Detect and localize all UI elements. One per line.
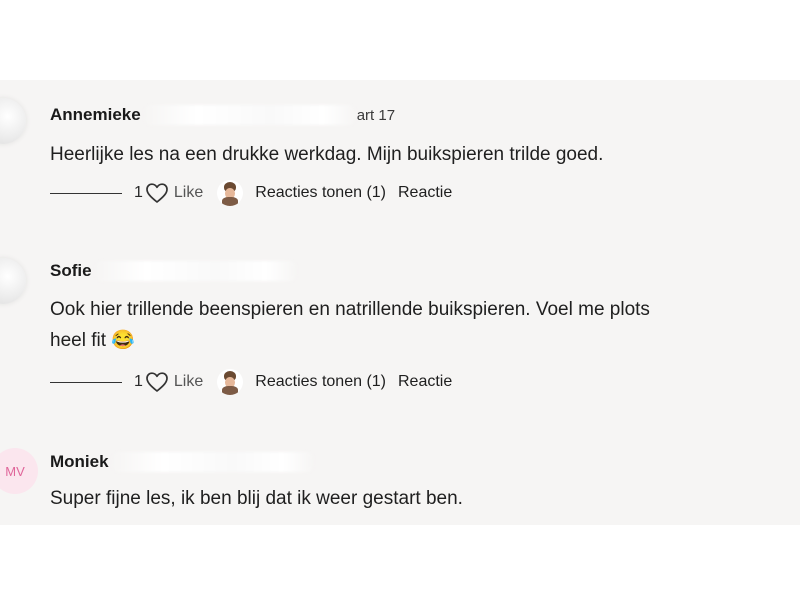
reply-avatar xyxy=(217,180,244,206)
avatar[interactable] xyxy=(0,258,26,304)
comment-header: Annemieke art 17 xyxy=(50,103,395,127)
comment-text: Heerlijke les na een drukke werkdag. Mij… xyxy=(50,144,604,165)
comment-text-line: Ook hier trillende beenspieren en natril… xyxy=(50,299,650,320)
commenter-name[interactable]: Moniek xyxy=(50,452,109,472)
redacted-text xyxy=(144,105,355,125)
avatar[interactable] xyxy=(0,98,26,144)
commenter-name[interactable]: Annemieke xyxy=(50,105,141,125)
commenter-name[interactable]: Sofie xyxy=(50,261,92,281)
like-button[interactable]: Like xyxy=(174,184,203,202)
show-replies-button[interactable]: Reacties tonen (1) xyxy=(255,373,386,391)
reply-avatar xyxy=(217,369,244,395)
comment-text-line: heel fit 😂 xyxy=(50,325,780,356)
comment-text-fragment: heel fit xyxy=(50,330,106,351)
divider xyxy=(50,192,122,194)
like-count: 1 xyxy=(134,373,143,390)
heart-outline-icon[interactable] xyxy=(145,182,169,204)
comments-panel: Annemieke art 17 Heerlijke les na een dr… xyxy=(0,80,800,525)
like-count: 1 xyxy=(134,184,143,201)
reply-button[interactable]: Reactie xyxy=(398,184,452,202)
like-button[interactable]: Like xyxy=(174,373,203,391)
reply-button[interactable]: Reactie xyxy=(398,373,452,391)
comment-text: Super fijne les, ik ben blij dat ik weer… xyxy=(50,488,463,509)
redacted-text xyxy=(95,261,296,281)
comment-date: art 17 xyxy=(356,106,396,124)
redacted-text xyxy=(112,452,313,472)
heart-outline-icon[interactable] xyxy=(145,371,169,393)
comment-actions: 1 Like Reacties tonen (1) Reactie xyxy=(50,180,464,206)
show-replies-button[interactable]: Reacties tonen (1) xyxy=(255,184,386,202)
comment-header: Sofie xyxy=(50,259,296,283)
avatar[interactable]: MV xyxy=(0,448,38,494)
comment-actions: 1 Like Reacties tonen (1) Reactie xyxy=(50,369,464,395)
comment-header: Moniek xyxy=(50,450,313,474)
laughing-emoji: 😂 xyxy=(111,330,135,351)
divider xyxy=(50,381,122,383)
comment-text: Ook hier trillende beenspieren en natril… xyxy=(50,294,780,356)
